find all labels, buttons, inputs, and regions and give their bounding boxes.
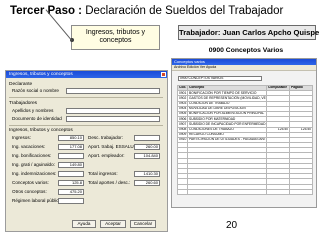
label-razon-social: Razón social o nombre — [12, 88, 59, 93]
section-trabajadores: Trabajadores — [9, 101, 38, 106]
label-ing-grati: Ing. grati / aguinaldo: — [12, 162, 55, 167]
section-declarante: Declarante — [9, 82, 33, 87]
callout-note: Ingresos, tributos y conceptos — [71, 25, 160, 50]
label-documento: Documento de identidad — [12, 116, 62, 121]
aport-empleador-field[interactable]: 104.840 — [134, 153, 160, 159]
page-number: 20 — [226, 220, 238, 231]
label-aport-trabaj: Aport. trabaj. ESSALUD: — [88, 144, 139, 149]
regimen-field[interactable] — [58, 198, 84, 204]
total-ingresos-field: 1410.30 — [134, 171, 160, 177]
label-aport-empleador: Aport. empleador: — [88, 153, 125, 158]
aport-trabaj-field[interactable]: 260.00 — [134, 144, 160, 150]
divider — [9, 97, 163, 98]
label-total-aportes: Total aportes / desc.: — [88, 180, 131, 185]
conceptos-varios-field[interactable]: 125.8 — [58, 180, 84, 186]
documento-field[interactable] — [66, 116, 160, 122]
label-conceptos-varios: Conceptos varios: — [12, 180, 49, 185]
label-apellidos: Apellidos y nombres — [12, 108, 54, 113]
form-window-title: Ingresos, tributos y conceptos — [9, 72, 73, 77]
close-icon[interactable] — [161, 72, 166, 77]
ingresos-field[interactable]: 850.10 — [58, 135, 84, 141]
divider — [9, 125, 163, 126]
table-cell — [177, 188, 188, 195]
table-cell[interactable] — [289, 188, 313, 195]
label-ing-indemnizaciones: Ing. indemnizaciones: — [12, 171, 57, 176]
label-otros-conceptos: Otros conceptos: — [12, 189, 47, 194]
apellidos-field[interactable] — [66, 108, 160, 114]
aceptar-button[interactable]: Aceptar — [100, 220, 126, 228]
otros-conceptos-field[interactable]: 475.20 — [58, 189, 84, 195]
label-ing-bonificaciones: Ing. bonificaciones: — [12, 153, 52, 158]
desc-trabajador-field[interactable] — [134, 135, 160, 141]
label-ingresos: Ingresos: — [12, 135, 31, 140]
label-regimen: Régimen laboral público: — [12, 198, 63, 203]
label-ing-vacaciones: Ing. vacaciones: — [12, 144, 46, 149]
ayuda-button[interactable]: Ayuda — [72, 220, 96, 228]
razon-social-field[interactable] — [66, 88, 160, 94]
concepts-subtitle: 0900 Conceptos Varios — [208, 47, 284, 54]
total-aportes-field: 260.60 — [134, 180, 160, 186]
cancelar-button[interactable]: Cancelar — [130, 220, 156, 228]
ing-indemnizaciones-field[interactable] — [58, 171, 84, 177]
conceptos-grid-window: Conceptos varios Archivo Edición Ver Ayu… — [171, 58, 317, 208]
ing-bonificaciones-field[interactable] — [58, 153, 84, 159]
form-titlebar: Ingresos, tributos y conceptos — [6, 71, 167, 78]
table-row[interactable] — [177, 188, 313, 195]
ingresos-form-window: Ingresos, tributos y conceptos Declarant… — [5, 70, 168, 232]
grid-menubar[interactable]: Archivo Edición Ver Ayuda — [172, 65, 316, 71]
concept-category-select[interactable]: 0900 CONCEPTOS VARIOS — [178, 76, 262, 81]
table-cell — [187, 188, 267, 195]
label-total-ingresos: Total ingresos: — [88, 171, 118, 176]
callout-line-2: conceptos — [99, 37, 132, 44]
ing-grati-field[interactable]: 149.80 — [58, 162, 84, 168]
section-ingresos: Ingresos, tributos y conceptos — [9, 128, 73, 133]
worker-badge: Trabajador: Juan Carlos Apcho Quispe — [178, 25, 319, 40]
ing-vacaciones-field[interactable]: 177.08 — [58, 144, 84, 150]
table-cell[interactable] — [266, 188, 290, 195]
label-desc-trabajador: Desc. trabajador: — [88, 135, 123, 140]
grid-titlebar: Conceptos varios — [172, 59, 316, 65]
callout-line-1: Ingresos, tributos y — [85, 29, 146, 36]
concepts-table: Cód. Concepto Computable Pagado 0901 BONIFICA… — [177, 84, 313, 195]
slide-title-text: Declaración de Sueldos del Trabajador — [82, 5, 284, 17]
